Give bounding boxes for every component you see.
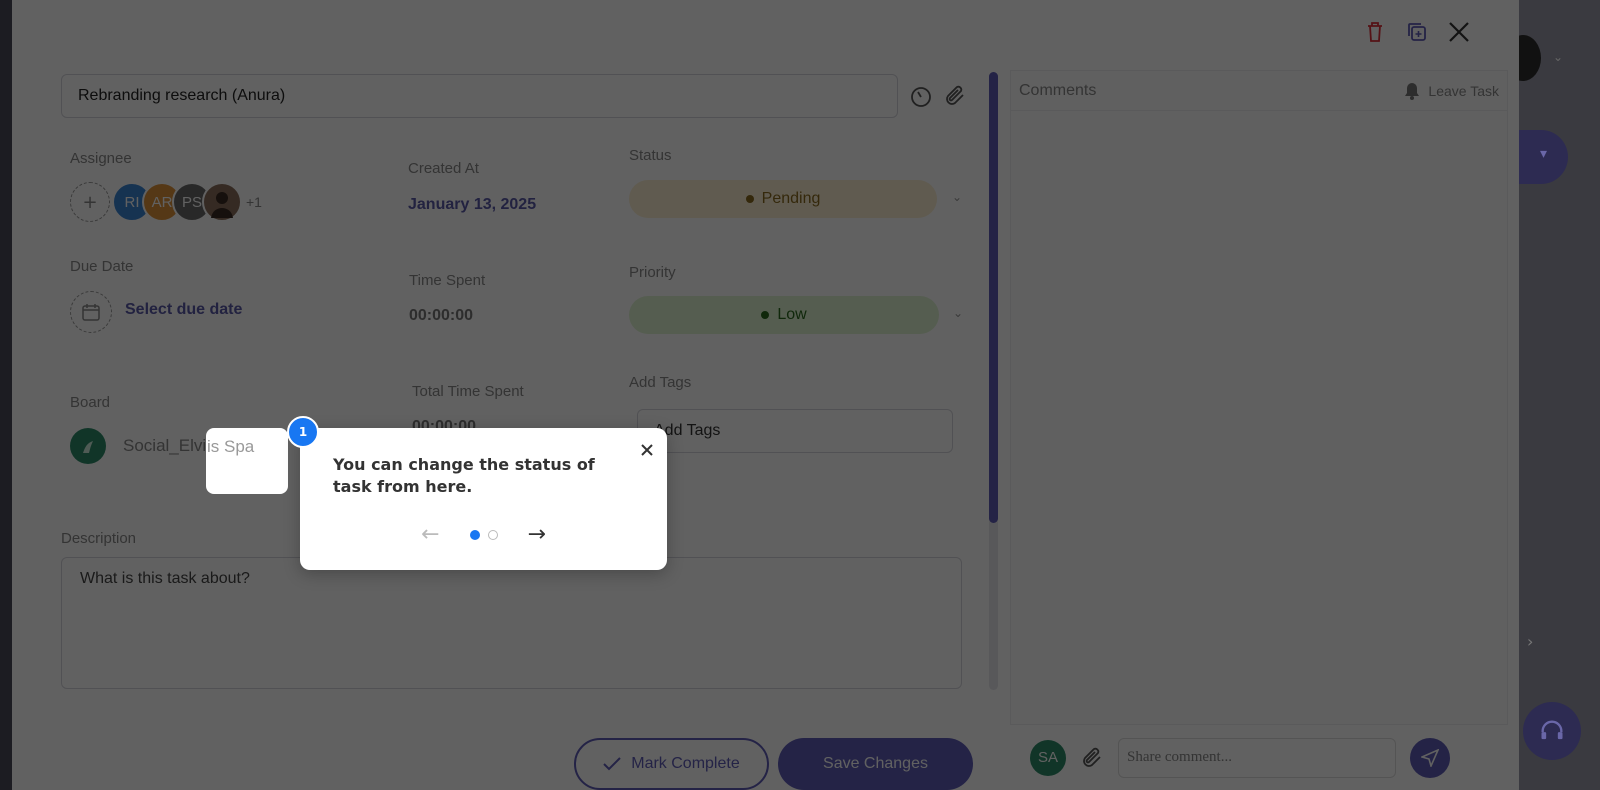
send-icon xyxy=(1421,748,1439,767)
priority-label: Priority xyxy=(629,264,676,281)
tour-navigation: ← → xyxy=(300,522,667,547)
tour-step-dots xyxy=(469,529,498,540)
chevron-down-icon: ⌄ xyxy=(1553,50,1564,64)
created-at-label: Created At xyxy=(408,160,479,177)
priority-chevron-down-icon[interactable]: ⌄ xyxy=(953,306,963,320)
save-changes-button[interactable]: Save Changes xyxy=(778,738,973,790)
title-tools xyxy=(909,84,967,108)
board-logo xyxy=(70,428,106,464)
tags-input[interactable]: Add Tags xyxy=(637,409,953,453)
user-photo-icon xyxy=(211,192,233,218)
status-chevron-down-icon[interactable]: ⌄ xyxy=(952,190,962,204)
description-input[interactable]: What is this task about? xyxy=(61,557,962,689)
total-time-label: Total Time Spent xyxy=(412,383,524,400)
tour-popover: You can change the status of task from h… xyxy=(300,428,667,570)
send-comment-button[interactable] xyxy=(1410,737,1450,778)
comment-input[interactable]: Share comment... xyxy=(1118,737,1396,778)
priority-select[interactable]: Low xyxy=(629,296,939,334)
leave-task-label: Leave Task xyxy=(1428,82,1499,99)
due-date-label: Due Date xyxy=(70,258,134,275)
paperclip-icon xyxy=(946,85,964,105)
comments-header: Comments Leave Task xyxy=(1011,71,1507,111)
status-value: Pending xyxy=(761,190,821,207)
mark-complete-label: Mark Complete xyxy=(631,755,740,772)
modal-toolbar xyxy=(1363,20,1471,44)
tour-message: You can change the status of task from h… xyxy=(333,455,595,496)
status-select[interactable]: Pending xyxy=(629,180,937,218)
calendar-icon xyxy=(82,304,100,321)
status-label: Status xyxy=(629,147,672,164)
task-modal: Rebranding research (Anura) Assignee + R… xyxy=(12,0,1519,790)
check-icon xyxy=(603,757,621,771)
assignee-more-count[interactable]: +1 xyxy=(246,194,262,210)
priority-dot-icon xyxy=(761,311,770,319)
time-spent-value: 00:00:00 xyxy=(409,307,474,324)
time-spent-label: Time Spent xyxy=(409,272,486,289)
chevron-right-icon: › xyxy=(1527,632,1534,651)
plus-icon: + xyxy=(82,191,98,213)
comment-composer: SA Share comment... xyxy=(1010,725,1508,790)
background-right-area xyxy=(1519,0,1600,790)
tour-dot[interactable] xyxy=(487,529,498,540)
tags-label: Add Tags xyxy=(629,374,692,391)
comment-attach-button[interactable] xyxy=(1080,746,1104,770)
spotlight-text: is Spa xyxy=(207,437,255,456)
timer-icon xyxy=(911,87,931,107)
description-label: Description xyxy=(61,530,137,547)
copy-icon xyxy=(1408,23,1426,41)
comments-panel: Comments Leave Task xyxy=(1010,70,1508,725)
trash-icon xyxy=(1368,22,1382,42)
bell-icon xyxy=(1405,82,1420,100)
task-title-input[interactable]: Rebranding research (Anura) xyxy=(61,74,898,118)
tour-step-badge: 1 xyxy=(287,416,319,448)
scrollbar-thumb[interactable] xyxy=(989,72,998,523)
headset-icon xyxy=(1541,720,1563,740)
add-assignee-button[interactable]: + xyxy=(70,182,110,222)
tour-prev-arrow-icon[interactable]: ← xyxy=(421,522,439,547)
paperclip-icon xyxy=(1083,747,1101,767)
created-at-value: January 13, 2025 xyxy=(408,196,537,213)
tour-close-button[interactable] xyxy=(641,440,653,461)
due-date-value[interactable]: Select due date xyxy=(125,301,242,319)
comments-title: Comments xyxy=(1019,81,1097,99)
current-user-avatar: SA xyxy=(1030,739,1066,776)
attach-button[interactable] xyxy=(943,84,967,108)
tour-dot-active[interactable] xyxy=(469,529,480,540)
tour-next-arrow-icon[interactable]: → xyxy=(528,522,546,547)
status-dot-icon xyxy=(745,195,754,203)
leave-task-button[interactable]: Leave Task xyxy=(1404,82,1499,100)
close-icon xyxy=(641,444,653,456)
caret-down-icon: ▾ xyxy=(1540,146,1548,162)
mark-complete-button[interactable]: Mark Complete xyxy=(574,738,769,790)
duplicate-button[interactable] xyxy=(1405,20,1429,44)
priority-value: Low xyxy=(777,306,807,323)
background-sidebar xyxy=(0,0,12,790)
assignee-photo-avatar[interactable] xyxy=(202,182,242,222)
close-icon xyxy=(1449,22,1469,42)
timer-button[interactable] xyxy=(909,84,933,108)
assignee-label: Assignee xyxy=(70,150,132,167)
board-logo-icon xyxy=(83,441,93,453)
board-label: Board xyxy=(70,394,111,411)
due-date-button[interactable] xyxy=(70,291,112,333)
close-button[interactable] xyxy=(1447,20,1471,44)
delete-button[interactable] xyxy=(1363,20,1387,44)
assignee-list: + RI AR PS +1 xyxy=(70,182,262,222)
help-button xyxy=(1523,702,1581,760)
tour-spotlight: is Spa xyxy=(206,428,288,494)
